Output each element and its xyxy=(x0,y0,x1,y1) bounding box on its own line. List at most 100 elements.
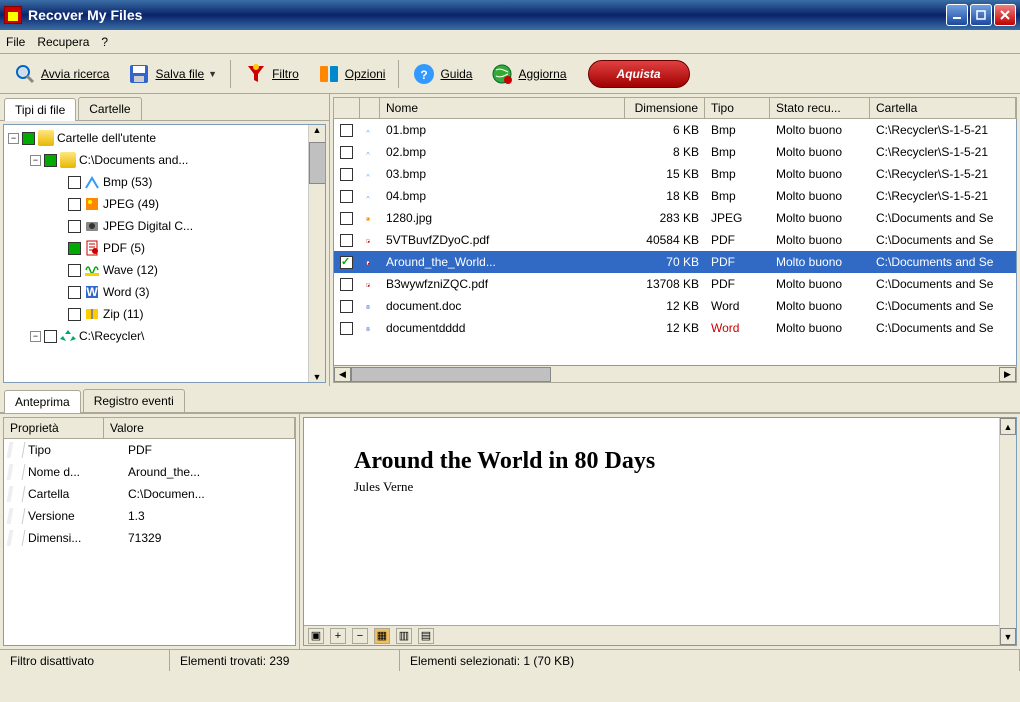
column-stato[interactable]: Stato recu... xyxy=(770,98,870,118)
zoom-out-icon[interactable]: − xyxy=(352,628,368,644)
minimize-button[interactable] xyxy=(946,4,968,26)
menu-help[interactable]: ? xyxy=(101,35,108,49)
tab-registro-eventi[interactable]: Registro eventi xyxy=(83,389,185,412)
folder-icon xyxy=(38,130,54,146)
zoom-in-icon[interactable]: + xyxy=(330,628,346,644)
file-row[interactable]: 03.bmp15 KBBmpMolto buonoC:\Recycler\S-1… xyxy=(334,163,1016,185)
checkbox[interactable] xyxy=(68,264,81,277)
preview-panel: Around the World in 80 Days Jules Verne … xyxy=(300,414,1020,649)
scroll-up-icon[interactable]: ▲ xyxy=(1000,418,1016,435)
property-row: TipoPDF xyxy=(4,439,295,461)
checkbox[interactable] xyxy=(68,198,81,211)
property-value: Around_the... xyxy=(128,465,291,479)
checkbox[interactable] xyxy=(340,300,353,313)
close-button[interactable] xyxy=(994,4,1016,26)
scroll-down-icon[interactable]: ▼ xyxy=(1000,628,1016,645)
vertical-scrollbar[interactable]: ▲▼ xyxy=(308,125,325,382)
file-size: 6 KB xyxy=(625,123,705,137)
file-type: Bmp xyxy=(705,145,770,159)
property-value: PDF xyxy=(128,443,291,457)
column-proprieta[interactable]: Proprietà xyxy=(4,418,104,438)
column-dimensione[interactable]: Dimensione xyxy=(625,98,705,118)
checkbox[interactable] xyxy=(340,278,353,291)
column-cartella[interactable]: Cartella xyxy=(870,98,1016,118)
checkbox[interactable] xyxy=(340,124,353,137)
file-row[interactable]: 01.bmp6 KBBmpMolto buonoC:\Recycler\S-1-… xyxy=(334,119,1016,141)
folder-tree[interactable]: −Cartelle dell'utente −C:\Documents and.… xyxy=(3,124,326,383)
scroll-right-icon[interactable]: ▶ xyxy=(999,367,1016,382)
checkbox[interactable] xyxy=(340,234,353,247)
file-row[interactable]: 5VTBuvfZDyoC.pdf40584 KBPDFMolto buonoC:… xyxy=(334,229,1016,251)
file-type: JPEG xyxy=(705,211,770,225)
statusbar: Filtro disattivato Elementi trovati: 239… xyxy=(0,649,1020,671)
property-row: Versione1.3 xyxy=(4,505,295,527)
checkbox[interactable] xyxy=(340,256,353,269)
maximize-button[interactable] xyxy=(970,4,992,26)
camera-icon xyxy=(84,218,100,234)
avvia-ricerca-button[interactable]: Avvia ricerca xyxy=(6,59,116,89)
checkbox[interactable] xyxy=(340,322,353,335)
checkbox[interactable] xyxy=(44,330,57,343)
file-row[interactable]: Around_the_World...70 KBPDFMolto buonoC:… xyxy=(334,251,1016,273)
checkbox[interactable] xyxy=(340,168,353,181)
tab-cartelle[interactable]: Cartelle xyxy=(78,97,141,120)
checkbox[interactable] xyxy=(44,154,57,167)
checkbox[interactable] xyxy=(68,308,81,321)
aquista-button[interactable]: Aquista xyxy=(588,60,690,88)
file-row[interactable]: B3wywfzniZQC.pdf13708 KBPDFMolto buonoC:… xyxy=(334,273,1016,295)
view3-icon[interactable]: ▤ xyxy=(418,628,434,644)
file-type-icon xyxy=(366,188,370,204)
preview-scrollbar[interactable]: ▲ ▼ xyxy=(999,418,1016,645)
column-valore[interactable]: Valore xyxy=(104,418,295,438)
checkbox[interactable] xyxy=(68,176,81,189)
collapse-icon[interactable]: − xyxy=(30,331,41,342)
word-icon: W xyxy=(84,284,100,300)
aggiorna-button[interactable]: Aggiorna xyxy=(483,59,573,89)
properties-list: TipoPDFNome d...Around_the...CartellaC:\… xyxy=(3,439,296,646)
checkbox[interactable] xyxy=(68,220,81,233)
file-name: Around_the_World... xyxy=(380,255,625,269)
file-folder: C:\Documents and Se xyxy=(870,277,1016,291)
file-row[interactable]: 02.bmp8 KBBmpMolto buonoC:\Recycler\S-1-… xyxy=(334,141,1016,163)
collapse-icon[interactable]: − xyxy=(30,155,41,166)
tree-item-label: Word (3) xyxy=(103,285,149,299)
file-size: 8 KB xyxy=(625,145,705,159)
file-type: Bmp xyxy=(705,189,770,203)
menu-file[interactable]: File xyxy=(6,35,25,49)
guida-button[interactable]: ? Guida xyxy=(405,59,479,89)
opzioni-button[interactable]: Opzioni xyxy=(310,59,393,89)
checkbox[interactable] xyxy=(22,132,35,145)
tab-anteprima[interactable]: Anteprima xyxy=(4,390,81,413)
checkbox[interactable] xyxy=(68,286,81,299)
file-row[interactable]: 1280.jpg283 KBJPEGMolto buonoC:\Document… xyxy=(334,207,1016,229)
column-nome[interactable]: Nome xyxy=(380,98,625,118)
tab-tipi-di-file[interactable]: Tipi di file xyxy=(4,98,76,121)
fit-icon[interactable]: ▣ xyxy=(308,628,324,644)
view1-icon[interactable]: ▦ xyxy=(374,628,390,644)
preview-title: Around the World in 80 Days xyxy=(354,448,966,475)
file-row[interactable]: 04.bmp18 KBBmpMolto buonoC:\Recycler\S-1… xyxy=(334,185,1016,207)
file-type: Word xyxy=(705,299,770,313)
status-filtro: Filtro disattivato xyxy=(0,650,170,671)
menu-recupera[interactable]: Recupera xyxy=(37,35,89,49)
view2-icon[interactable]: ▥ xyxy=(396,628,412,644)
property-key: Versione xyxy=(28,509,128,523)
status-selezionati: Elementi selezionati: 1 (70 KB) xyxy=(400,650,1020,671)
file-row[interactable]: Wdocument.doc12 KBWordMolto buonoC:\Docu… xyxy=(334,295,1016,317)
svg-text:?: ? xyxy=(421,68,428,82)
column-tipo[interactable]: Tipo xyxy=(705,98,770,118)
scroll-left-icon[interactable]: ◀ xyxy=(334,367,351,382)
horizontal-scrollbar[interactable]: ◀ ▶ xyxy=(333,366,1017,383)
checkbox[interactable] xyxy=(68,242,81,255)
file-list[interactable]: 01.bmp6 KBBmpMolto buonoC:\Recycler\S-1-… xyxy=(333,119,1017,366)
file-row[interactable]: Wdocumentdddd12 KBWordMolto buonoC:\Docu… xyxy=(334,317,1016,339)
status-trovati: Elementi trovati: 239 xyxy=(170,650,400,671)
collapse-icon[interactable]: − xyxy=(8,133,19,144)
file-folder: C:\Recycler\S-1-5-21 xyxy=(870,189,1016,203)
checkbox[interactable] xyxy=(340,212,353,225)
checkbox[interactable] xyxy=(340,146,353,159)
options-icon xyxy=(317,62,341,86)
checkbox[interactable] xyxy=(340,190,353,203)
salva-file-button[interactable]: Salva file ▼ xyxy=(120,59,224,89)
filtro-button[interactable]: Filtro xyxy=(237,59,306,89)
